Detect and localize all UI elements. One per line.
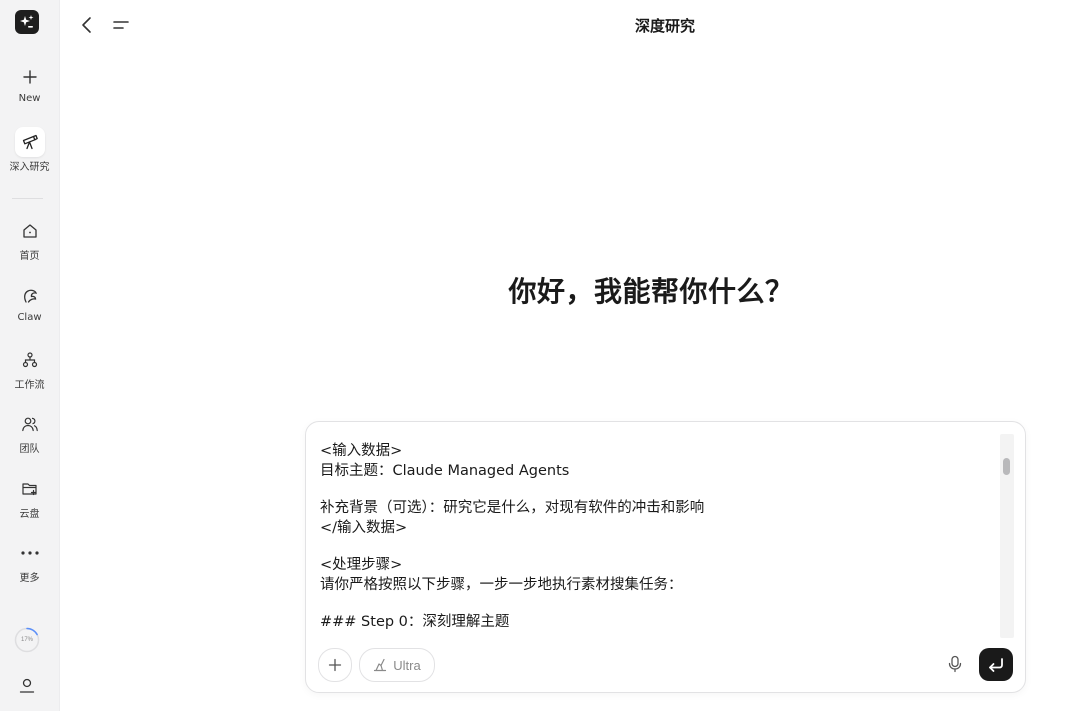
team-icon xyxy=(15,409,45,439)
sidebar-item-label: New xyxy=(18,93,41,104)
enter-return-icon xyxy=(989,657,1003,672)
prompt-line: <处理步骤> xyxy=(320,557,403,573)
user-icon[interactable] xyxy=(17,676,37,696)
ultra-mode-label: Ultra xyxy=(393,657,421,673)
menu-button[interactable] xyxy=(110,14,132,36)
prompt-line xyxy=(320,595,990,613)
scrollbar-thumb[interactable] xyxy=(1003,458,1010,475)
prompt-line: 补充背景（可选）：研究它是什么，对现有软件的冲击和影响 xyxy=(320,500,705,516)
composer-scrollbar[interactable] xyxy=(1000,434,1014,638)
sidebar-item-label: 云盘 xyxy=(19,509,40,520)
prompt-input[interactable]: <输入数据> 目标主题：Claude Managed Agents 补充背景（可… xyxy=(320,442,990,642)
sidebar-divider xyxy=(12,198,43,199)
sidebar-item-more[interactable]: 更多 xyxy=(0,538,59,584)
sidebar-item-deep-research[interactable]: 深入研究 xyxy=(0,127,59,173)
sidebar-item-label: 团队 xyxy=(19,444,40,455)
usage-progress-ring[interactable]: 17% xyxy=(14,627,40,653)
sidebar: New 深入研究 首页 Claw 工作流 团队 云盘 更多 17% xyxy=(0,0,60,711)
prompt-line: 请你严格按照以下步骤，一步一步地执行素材搜集任务： xyxy=(320,576,683,593)
page-title: 深度研究 xyxy=(634,17,695,35)
home-icon xyxy=(15,216,45,246)
ultra-mode-icon xyxy=(374,658,387,672)
prompt-line xyxy=(320,538,990,556)
chevron-left-icon xyxy=(82,17,91,33)
voice-input-button[interactable] xyxy=(944,653,966,675)
prompt-line: ### Step 0：深刻理解主题 xyxy=(320,614,510,630)
ultra-mode-button[interactable]: Ultra xyxy=(359,648,435,682)
prompt-line: </输入数据> xyxy=(320,519,408,536)
workflow-icon xyxy=(15,345,45,375)
send-button[interactable] xyxy=(979,648,1013,681)
app-window: New 深入研究 首页 Claw 工作流 团队 云盘 更多 17% 深度研究 你… xyxy=(0,0,1080,711)
prompt-composer[interactable]: <输入数据> 目标主题：Claude Managed Agents 补充背景（可… xyxy=(305,421,1026,693)
claw-icon xyxy=(15,281,45,311)
plus-icon xyxy=(15,62,45,92)
more-icon xyxy=(15,538,45,568)
prompt-line: 目标主题：Claude Managed Agents xyxy=(320,462,570,479)
telescope-icon xyxy=(14,127,45,157)
sparkle-logo-icon[interactable] xyxy=(15,10,39,34)
sidebar-item-cloud-drive[interactable]: 云盘 xyxy=(0,474,59,520)
sidebar-item-label: 深入研究 xyxy=(9,162,50,173)
add-attachment-button[interactable] xyxy=(318,648,352,682)
usage-percent: 17% xyxy=(20,637,33,643)
sidebar-item-label: 工作流 xyxy=(14,380,45,391)
sidebar-item-new[interactable]: New xyxy=(0,62,59,104)
sidebar-item-claw[interactable]: Claw xyxy=(0,281,59,323)
back-button[interactable] xyxy=(76,14,98,36)
sidebar-item-home[interactable]: 首页 xyxy=(0,216,59,262)
sidebar-item-team[interactable]: 团队 xyxy=(0,409,59,455)
cloud-drive-icon xyxy=(15,474,45,504)
sidebar-item-label: Claw xyxy=(17,312,42,323)
prompt-line xyxy=(320,481,990,499)
sidebar-item-workflow[interactable]: 工作流 xyxy=(0,345,59,391)
menu-icon xyxy=(113,21,129,29)
plus-icon xyxy=(328,658,342,672)
greeting-heading: 你好，我能帮你什么？ xyxy=(508,275,794,308)
prompt-line: <输入数据> xyxy=(320,443,403,459)
microphone-icon xyxy=(948,655,962,673)
sidebar-item-label: 首页 xyxy=(19,251,40,262)
sidebar-item-label: 更多 xyxy=(19,573,40,584)
